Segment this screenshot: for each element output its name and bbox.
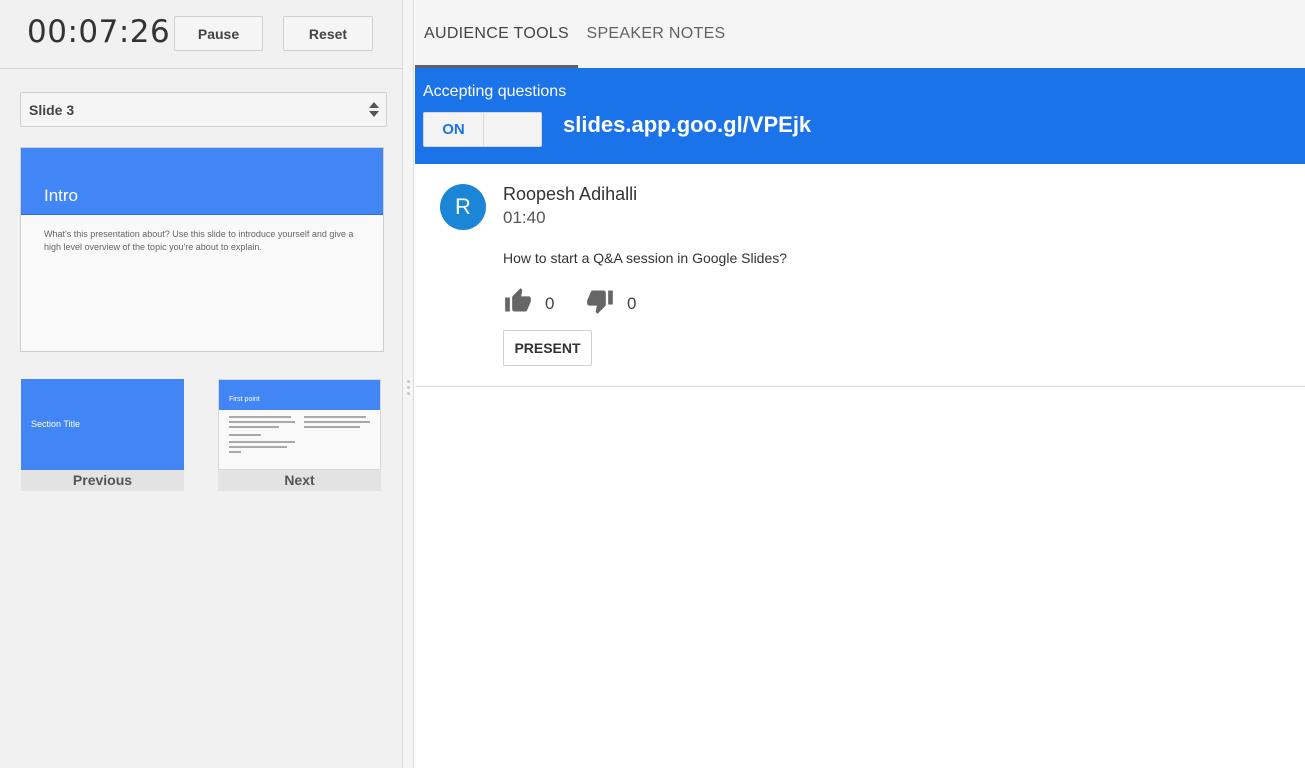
tab-speaker-notes-label: SPEAKER NOTES [586, 25, 725, 43]
tab-audience-tools-label: AUDIENCE TOOLS [424, 25, 569, 43]
tab-audience-tools[interactable]: AUDIENCE TOOLS [415, 0, 578, 68]
question-text: How to start a Q&A session in Google Sli… [503, 250, 787, 266]
previous-slide-title: Section Title [31, 419, 80, 429]
select-arrows-icon [369, 102, 379, 118]
accepting-questions-toggle[interactable]: ON [423, 112, 542, 147]
current-slide-preview: Intro What's this presentation about? Us… [20, 147, 384, 352]
tab-bar: AUDIENCE TOOLS SPEAKER NOTES [415, 0, 1305, 68]
qa-banner: Accepting questions ON slides.app.goo.gl… [415, 68, 1305, 164]
panel-splitter[interactable] [403, 0, 414, 768]
pause-button[interactable]: Pause [174, 16, 263, 51]
previous-slide-thumbnail[interactable]: Section Title Previous [21, 379, 184, 491]
next-slide-thumbnail[interactable]: First point Next [218, 379, 381, 491]
reset-button[interactable]: Reset [283, 16, 373, 51]
right-panel: AUDIENCE TOOLS SPEAKER NOTES Accepting q… [415, 0, 1305, 768]
downvote-count: 0 [627, 294, 636, 314]
question-card: R Roopesh Adihalli 01:40 How to start a … [415, 164, 1305, 387]
previous-slide-image: Section Title [21, 379, 184, 470]
toggle-on-label: ON [424, 113, 484, 146]
left-panel: 00:07:26 Pause Reset Slide 3 Intro What'… [0, 0, 403, 768]
slide-select-value: Slide 3 [29, 102, 74, 118]
timer-display: 00:07:26 [27, 14, 170, 50]
upvote-count: 0 [545, 294, 554, 314]
avatar: R [440, 184, 486, 230]
thumbs-down-icon [585, 287, 615, 315]
next-slide-title: First point [229, 396, 260, 403]
present-button[interactable]: PRESENT [503, 330, 592, 366]
qa-link[interactable]: slides.app.goo.gl/VPEjk [563, 112, 811, 138]
drag-handle-icon[interactable] [407, 380, 410, 398]
next-slide-image: First point [218, 379, 381, 470]
timer-bar: 00:07:26 Pause Reset [0, 0, 403, 69]
slide-select[interactable]: Slide 3 [20, 92, 387, 127]
tab-speaker-notes[interactable]: SPEAKER NOTES [578, 0, 734, 68]
question-author: Roopesh Adihalli [503, 184, 637, 205]
question-time: 01:40 [503, 208, 546, 228]
current-slide-title: Intro [44, 186, 78, 206]
current-slide-header: Intro [21, 148, 383, 215]
accepting-questions-label: Accepting questions [423, 83, 566, 101]
thumbs-up-icon [503, 287, 533, 315]
current-slide-body: What's this presentation about? Use this… [44, 228, 364, 254]
next-label: Next [218, 470, 381, 491]
previous-label: Previous [21, 470, 184, 491]
